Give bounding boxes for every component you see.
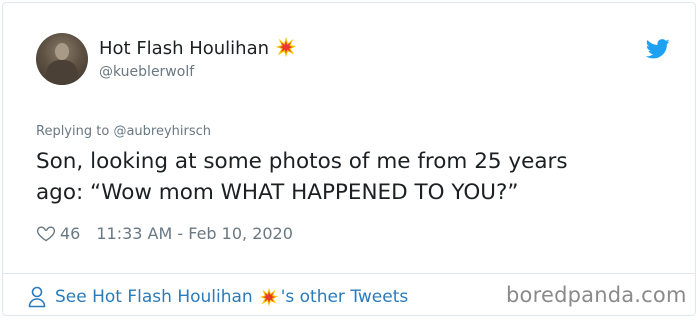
tweet-text-line-2: ago: “Wow mom WHAT HAPPENED TO YOU?” xyxy=(36,180,519,205)
like-count: 46 xyxy=(60,223,81,243)
replying-to-line: Replying to @aubreyhirsch xyxy=(36,124,211,139)
footer-divider xyxy=(3,273,695,274)
see-other-tweets-prefix: See Hot Flash Houlihan xyxy=(55,287,253,307)
collision-burst-icon xyxy=(259,287,278,307)
person-icon xyxy=(28,286,46,308)
tweet-card: Hot Flash Houlihan @kueblerwolf Replying… xyxy=(2,2,696,316)
collision-burst-icon xyxy=(275,36,297,58)
tweet-timestamp[interactable]: 11:33 AM - Feb 10, 2020 xyxy=(96,224,293,243)
avatar-face xyxy=(55,43,69,60)
tweet-meta-row: 46 11:33 AM - Feb 10, 2020 xyxy=(36,223,293,243)
tweet-text: Son, looking at some photos of me from 2… xyxy=(36,146,656,208)
watermark: boredpanda.com xyxy=(506,283,687,307)
avatar-body xyxy=(46,60,78,85)
author-display-name[interactable]: Hot Flash Houlihan xyxy=(99,36,297,59)
replying-to-handle[interactable]: @aubreyhirsch xyxy=(113,124,211,139)
author-handle[interactable]: @kueblerwolf xyxy=(99,64,194,80)
heart-icon[interactable] xyxy=(36,223,56,243)
author-name-text: Hot Flash Houlihan xyxy=(99,38,270,59)
see-other-tweets-suffix: 's other Tweets xyxy=(280,287,409,307)
see-other-tweets-link[interactable]: See Hot Flash Houlihan 's other Tweets xyxy=(28,286,408,308)
avatar[interactable] xyxy=(36,33,88,85)
tweet-text-line-1: Son, looking at some photos of me from 2… xyxy=(36,149,568,174)
twitter-bird-icon[interactable] xyxy=(646,39,670,59)
replying-prefix: Replying to xyxy=(36,124,110,139)
